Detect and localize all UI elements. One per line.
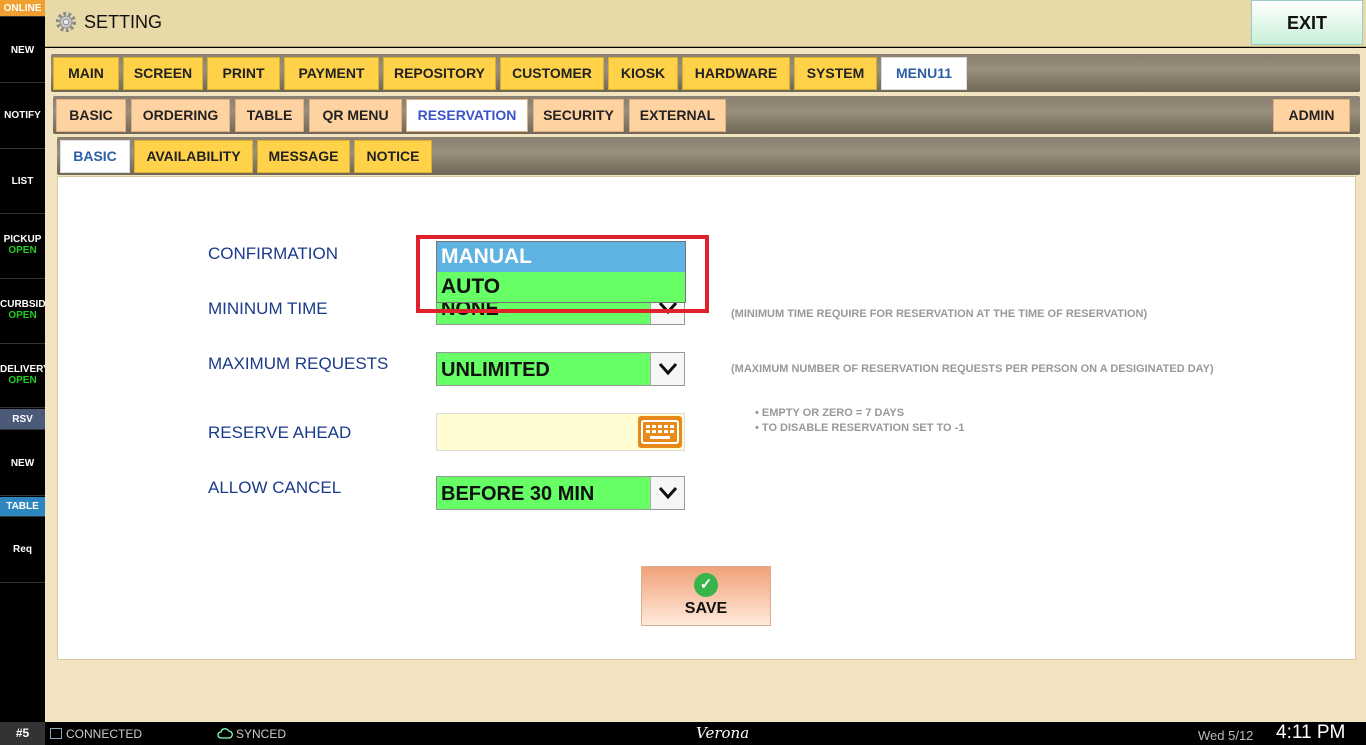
tab-menu11[interactable]: MENU11 [881, 57, 967, 90]
tab-repository[interactable]: REPOSITORY [383, 57, 496, 90]
tab-table[interactable]: TABLE [235, 99, 304, 132]
monitor-icon [50, 728, 62, 739]
tab-hardware[interactable]: HARDWARE [682, 57, 790, 90]
tab-customer[interactable]: CUSTOMER [500, 57, 604, 90]
tab-payment[interactable]: PAYMENT [284, 57, 379, 90]
settings-panel: MAIN SCREEN PRINT PAYMENT REPOSITORY CUS… [45, 48, 1366, 722]
tab-system[interactable]: SYSTEM [794, 57, 877, 90]
keyboard-icon[interactable] [638, 416, 682, 448]
status-date: Wed 5/12 [1198, 728, 1254, 743]
sidebar-item-new[interactable]: NEW [0, 17, 45, 83]
tab-main[interactable]: MAIN [53, 57, 119, 90]
max-requests-hint: (MAXIMUM NUMBER OF RESERVATION REQUESTS … [731, 363, 1214, 375]
tab-qr-menu[interactable]: QR MENU [309, 99, 402, 132]
checkmark-icon: ✓ [694, 573, 718, 597]
min-time-label: MININUM TIME [208, 299, 328, 318]
brand-name: Verona [696, 724, 750, 742]
station-number: #5 [0, 722, 45, 745]
min-time-hint: (MINIMUM TIME REQUIRE FOR RESERVATION AT… [731, 308, 1148, 320]
sidebar-item-pickup[interactable]: PICKUP OPEN [0, 214, 45, 279]
status-time: 4:11 PM [1276, 722, 1346, 743]
sidebar-item-notify[interactable]: NOTIFY [0, 83, 45, 149]
sub-tab-bar: BASIC ORDERING TABLE QR MENU RESERVATION… [53, 96, 1360, 134]
sidebar-item-req[interactable]: Req [0, 517, 45, 583]
sync-status: SYNCED [236, 727, 287, 741]
sidebar-item-list[interactable]: LIST [0, 149, 45, 214]
confirmation-label: CONFIRMATION [208, 244, 339, 263]
reserve-ahead-input[interactable] [436, 413, 685, 451]
max-requests-value: UNLIMITED [441, 359, 550, 381]
tab-basic[interactable]: BASIC [56, 99, 126, 132]
save-label: SAVE [684, 600, 728, 617]
page-title: SETTING [84, 12, 163, 32]
tab-availability[interactable]: AVAILABILITY [134, 140, 253, 173]
sidebar-item-rsv-new[interactable]: NEW [0, 431, 45, 496]
sidebar-item-delivery[interactable]: DELIVERY OPEN [0, 344, 45, 408]
tab-kiosk[interactable]: KIOSK [608, 57, 678, 90]
tab-external[interactable]: EXTERNAL [629, 99, 726, 132]
tab-notice[interactable]: NOTICE [354, 140, 432, 173]
highlight-callout-box [416, 235, 709, 313]
max-requests-select[interactable]: UNLIMITED [436, 352, 685, 386]
left-sidebar: ONLINE NEW NOTIFY LIST PICKUP OPEN CURBSI… [0, 0, 45, 722]
sidebar-item-table[interactable]: TABLE [0, 497, 45, 517]
status-bar: #5 CONNECTED SYNCED Verona Wed 5/12 4:11… [0, 722, 1366, 745]
tab-print[interactable]: PRINT [207, 57, 280, 90]
cloud-icon [217, 728, 233, 739]
gear-icon [55, 11, 77, 33]
tab-ordering[interactable]: ORDERING [131, 99, 230, 132]
tab-screen[interactable]: SCREEN [123, 57, 203, 90]
reserve-ahead-hint-2: • TO DISABLE RESERVATION SET TO -1 [755, 422, 965, 434]
sidebar-item-curbside[interactable]: CURBSID OPEN [0, 279, 45, 344]
connection-status: CONNECTED [66, 727, 143, 741]
tab-reservation[interactable]: RESERVATION [406, 99, 528, 132]
tab-admin[interactable]: ADMIN [1273, 99, 1350, 132]
allow-cancel-label: ALLOW CANCEL [208, 478, 342, 497]
online-indicator: ONLINE [0, 0, 45, 17]
reserve-ahead-hint-1: • EMPTY OR ZERO = 7 DAYS [755, 407, 905, 419]
max-requests-label: MAXIMUM REQUESTS [208, 354, 389, 373]
chevron-down-icon[interactable] [650, 353, 684, 385]
reservation-tab-bar: BASIC AVAILABILITY MESSAGE NOTICE [57, 137, 1360, 175]
sidebar-item-rsv[interactable]: RSV [0, 409, 45, 430]
header-bar: SETTING EXIT [45, 0, 1366, 47]
tab-res-basic[interactable]: BASIC [60, 140, 130, 173]
save-button[interactable]: ✓ SAVE [641, 566, 771, 626]
reserve-ahead-label: RESERVE AHEAD [208, 423, 352, 442]
form-panel: CONFIRMATION MININUM TIME NONE (MINIMUM … [57, 176, 1356, 660]
main-tab-bar: MAIN SCREEN PRINT PAYMENT REPOSITORY CUS… [51, 54, 1360, 92]
allow-cancel-select[interactable]: BEFORE 30 MIN [436, 476, 685, 510]
tab-message[interactable]: MESSAGE [257, 140, 350, 173]
chevron-down-icon[interactable] [650, 477, 684, 509]
tab-security[interactable]: SECURITY [533, 99, 624, 132]
exit-button[interactable]: EXIT [1251, 0, 1363, 45]
allow-cancel-value: BEFORE 30 MIN [441, 483, 595, 505]
